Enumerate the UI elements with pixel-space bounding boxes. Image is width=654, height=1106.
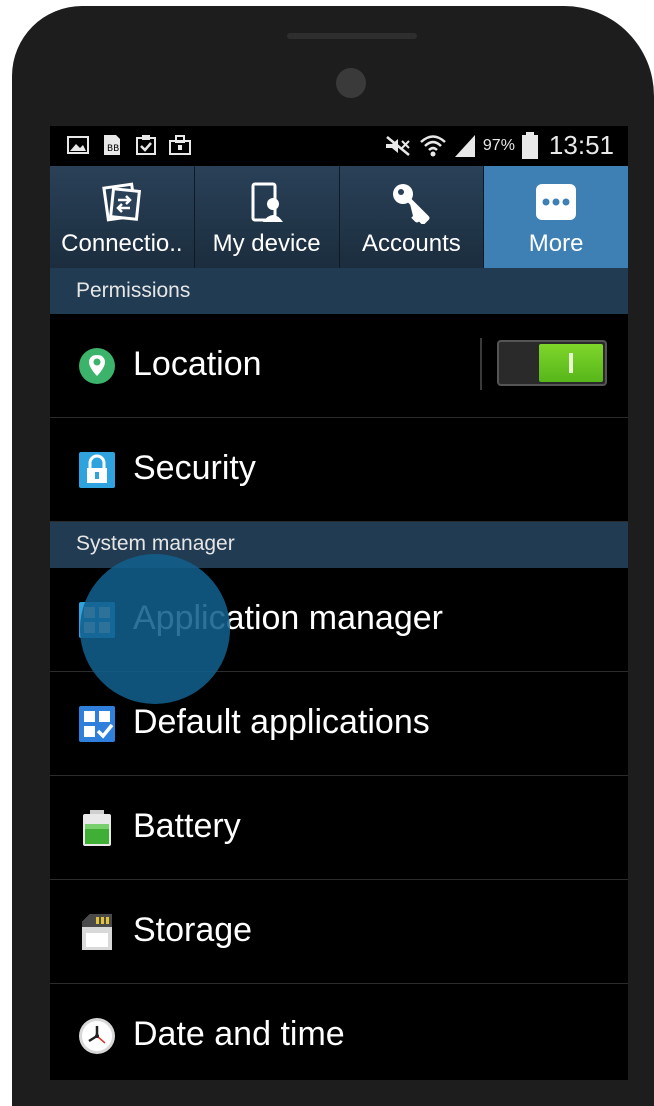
settings-tabs: Connectio.. My device Accounts More <box>50 166 628 268</box>
more-icon <box>536 184 577 220</box>
section-header-permissions: Permissions <box>50 268 628 314</box>
tab-accounts[interactable]: Accounts <box>339 166 485 268</box>
location-icon <box>79 348 115 384</box>
svg-text:BB: BB <box>107 144 119 154</box>
front-camera <box>336 68 366 98</box>
tab-label: My device <box>212 230 321 257</box>
signal-icon <box>454 134 475 157</box>
list-item-label: Date and time <box>133 1015 345 1053</box>
list-item-battery[interactable]: Battery <box>50 776 628 880</box>
gallery-icon <box>67 136 89 154</box>
clipboard-check-icon <box>136 135 156 155</box>
list-item-label: Battery <box>133 807 241 845</box>
connections-icon <box>102 182 141 222</box>
clock-icon <box>79 1018 115 1054</box>
list-item-date-and-time[interactable]: Date and time <box>50 984 628 1080</box>
list-item-label: Storage <box>133 911 253 949</box>
settings-screen: BB 97% 13:51 Connectio.. My device Accou… <box>50 126 628 1080</box>
default-apps-icon <box>79 706 115 742</box>
list-item-label: Location <box>133 345 262 383</box>
list-item-location[interactable]: Location <box>50 314 628 418</box>
tab-label: Connectio.. <box>61 230 183 257</box>
tab-label: More <box>528 230 584 257</box>
briefcase-icon <box>169 135 191 155</box>
location-toggle[interactable] <box>497 340 607 386</box>
speaker-grille <box>287 33 417 39</box>
list-item-label: Security <box>133 449 256 487</box>
touch-indicator <box>80 554 230 704</box>
list-item-label: Default applications <box>133 703 430 741</box>
tab-connections[interactable]: Connectio.. <box>50 166 195 268</box>
battery-icon <box>521 131 538 159</box>
toggle-divider <box>480 338 482 390</box>
status-bar: BB 97% 13:51 <box>50 126 628 166</box>
sd-card-icon <box>82 914 112 950</box>
battery-percent: 97% <box>482 136 515 154</box>
key-icon <box>393 184 430 224</box>
list-item-storage[interactable]: Storage <box>50 880 628 984</box>
tab-label: Accounts <box>362 230 461 257</box>
my-device-icon <box>251 182 283 222</box>
list-item-security[interactable]: Security <box>50 418 628 522</box>
lock-icon <box>79 452 115 488</box>
tab-more[interactable]: More <box>484 166 628 268</box>
tab-my-device[interactable]: My device <box>194 166 340 268</box>
status-time: 13:51 <box>548 130 614 160</box>
battery-icon <box>83 810 111 846</box>
wifi-icon <box>420 134 446 156</box>
mute-icon <box>385 135 410 156</box>
bbm-icon: BB <box>104 135 120 155</box>
toggle-knob <box>539 344 603 382</box>
